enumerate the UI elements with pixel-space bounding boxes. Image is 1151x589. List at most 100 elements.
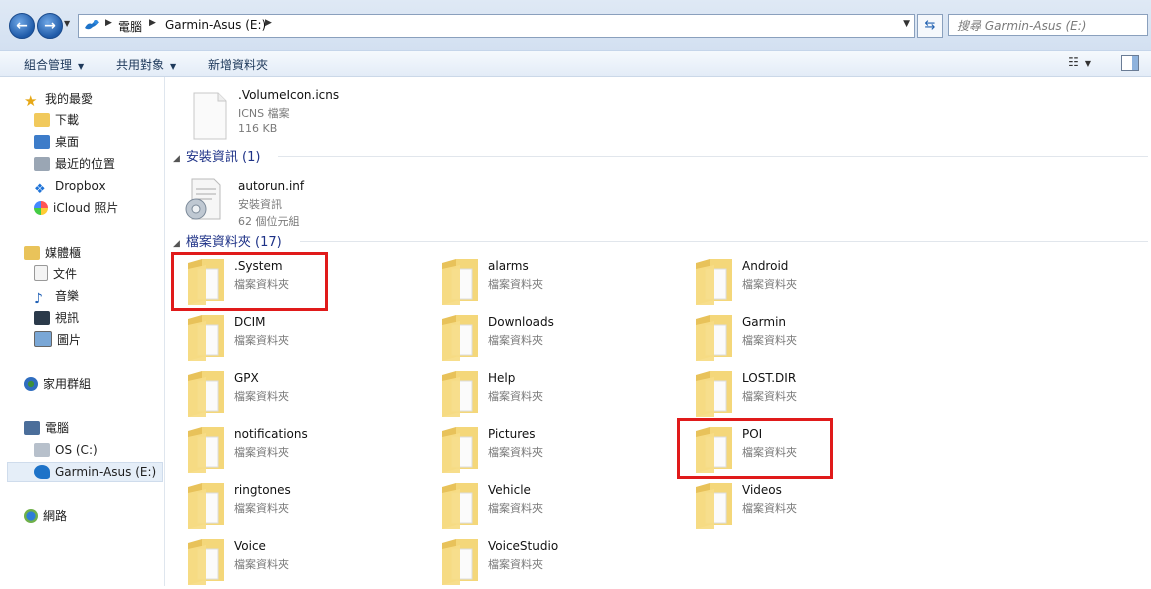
folder-icon [442,371,478,417]
folder-item[interactable]: Vehicle 檔案資料夾 [438,479,678,533]
folder-item[interactable]: Voice 檔案資料夾 [184,535,424,589]
sidebar-item-recent-places[interactable]: 最近的位置 [34,154,115,174]
sidebar-label: 媒體櫃 [45,246,82,260]
garmin-drive-icon [34,465,50,479]
breadcrumb-separator-icon[interactable]: ▶ [265,18,272,28]
folder-type: 檔案資料夾 [742,334,797,347]
folder-name: LOST.DIR [742,371,797,385]
folder-item[interactable]: Downloads 檔案資料夾 [438,311,678,365]
group-divider [278,156,1148,157]
breadcrumb-separator-icon[interactable]: ▶ [105,18,112,28]
address-history-dropdown[interactable]: ▼ [903,19,910,29]
refresh-button[interactable]: ⇆ [917,14,943,38]
folder-icon [188,539,224,585]
file-name: .VolumeIcon.icns [238,88,340,102]
sidebar-item-videos[interactable]: 視訊 [34,308,79,328]
address-box[interactable]: ▶ 電腦 ▶ Garmin-Asus (E:) ▶ ▼ [78,14,915,38]
red-highlight-box [677,418,833,479]
view-list-icon: ☷ [1068,55,1079,69]
folder-icon [188,483,224,529]
folder-item[interactable]: VoiceStudio 檔案資料夾 [438,535,678,589]
sidebar-label: 最近的位置 [55,157,116,171]
setup-info-file-icon [185,178,221,220]
folder-type: 檔案資料夾 [488,334,543,347]
folder-item[interactable]: Pictures 檔案資料夾 [438,423,678,477]
folder-icon [188,315,224,361]
breadcrumb-separator-icon[interactable]: ▶ [149,18,156,28]
folder-type: 檔案資料夾 [742,502,797,515]
folder-type: 檔案資料夾 [488,502,543,515]
star-icon: ★ [24,92,38,110]
forward-button[interactable]: → [37,13,63,39]
sidebar-item-dropbox[interactable]: ❖ Dropbox [34,176,106,197]
preview-pane-toggle-icon[interactable] [1121,55,1139,71]
sidebar-item-garmin-asus-e[interactable]: Garmin-Asus (E:) [34,462,156,482]
share-with-menu-button[interactable]: 共用對象 ▼ [116,56,176,73]
share-label: 共用對象 [116,58,165,72]
group-header-setup-info[interactable]: ◢ 安裝資訊 (1) [173,146,260,165]
sidebar-item-music[interactable]: ♪ 音樂 [34,286,79,306]
back-button[interactable]: ← [9,13,35,39]
file-item[interactable]: .VolumeIcon.icns ICNS 檔案 116 KB [188,88,428,145]
sidebar-label: Garmin-Asus (E:) [55,465,157,479]
folder-type: 檔案資料夾 [488,278,543,291]
file-item[interactable]: autorun.inf 安裝資訊 62 個位元組 [182,175,422,229]
sidebar-label: 視訊 [55,311,80,325]
new-folder-button[interactable]: 新增資料夾 [208,56,268,73]
sidebar-item-os-c[interactable]: OS (C:) [34,440,98,460]
folder-type: 檔案資料夾 [234,446,289,459]
sidebar-item-pictures[interactable]: 圖片 [34,330,81,350]
sidebar-label: 文件 [53,267,78,281]
folder-name: DCIM [234,315,266,329]
folder-item[interactable]: alarms 檔案資料夾 [438,255,678,309]
sidebar-network[interactable]: 網路 [24,506,67,526]
folder-item[interactable]: Android 檔案資料夾 [692,255,932,309]
folder-item[interactable]: Videos 檔案資料夾 [692,479,932,533]
folder-name: ringtones [234,483,291,497]
chevron-down-icon: ▼ [170,62,177,71]
group-divider [300,241,1148,242]
breadcrumb-computer[interactable]: 電腦 [118,18,142,35]
folder-item[interactable]: Help 檔案資料夾 [438,367,678,421]
sidebar-item-documents[interactable]: 文件 [34,264,77,284]
sidebar-item-downloads[interactable]: 下載 [34,110,79,130]
dropbox-icon: ❖ [34,182,46,197]
folder-icon [696,483,732,529]
organize-menu-button[interactable]: 組合管理 ▼ [24,56,84,73]
search-input[interactable]: 搜尋 Garmin-Asus (E:) [948,14,1148,36]
homegroup-icon [24,377,38,391]
address-bar-area: ← → ▼ ▶ 電腦 ▶ Garmin-Asus (E:) ▶ ▼ ⇆ 搜尋 G… [0,0,1151,51]
sidebar-libraries[interactable]: 媒體櫃 [24,243,81,263]
sidebar-computer[interactable]: 電腦 [24,418,69,438]
folder-item[interactable]: notifications 檔案資料夾 [184,423,424,477]
folder-item[interactable]: Garmin 檔案資料夾 [692,311,932,365]
folder-name: GPX [234,371,259,385]
change-view-button[interactable]: ☷ ▼ [1068,55,1091,69]
command-bar: 組合管理 ▼ 共用對象 ▼ 新增資料夾 ☷ ▼ [0,51,1151,77]
file-type: 安裝資訊 [238,198,282,211]
folder-icon [696,259,732,305]
sidebar-homegroup[interactable]: 家用群組 [24,374,91,394]
sidebar-favorites[interactable]: ★ 我的最愛 [24,89,93,109]
breadcrumb-drive[interactable]: Garmin-Asus (E:) [165,18,266,32]
recent-pages-dropdown[interactable]: ▼ [64,19,74,29]
sidebar-item-icloud-photos[interactable]: iCloud 照片 [34,198,118,218]
folder-item[interactable]: ringtones 檔案資料夾 [184,479,424,533]
downloads-folder-icon [34,113,50,127]
folder-item[interactable]: DCIM 檔案資料夾 [184,311,424,365]
file-list-pane: .VolumeIcon.icns ICNS 檔案 116 KB ◢ 安裝資訊 (1… [166,77,1151,586]
sidebar-label: 圖片 [57,333,82,347]
folder-item[interactable]: GPX 檔案資料夾 [184,367,424,421]
garmin-drive-icon [85,20,99,30]
windows-drive-icon [34,443,50,457]
sidebar-label: 音樂 [55,289,80,303]
sidebar-item-desktop[interactable]: 桌面 [34,132,79,152]
folder-type: 檔案資料夾 [742,278,797,291]
folder-item[interactable]: LOST.DIR 檔案資料夾 [692,367,932,421]
group-header-label: 安裝資訊 (1) [185,150,261,165]
collapse-arrow-icon: ◢ [173,239,180,249]
red-highlight-box [171,252,328,311]
folder-name: Downloads [488,315,554,329]
group-header-file-folders[interactable]: ◢ 檔案資料夾 (17) [173,231,282,250]
music-icon: ♪ [34,291,43,307]
